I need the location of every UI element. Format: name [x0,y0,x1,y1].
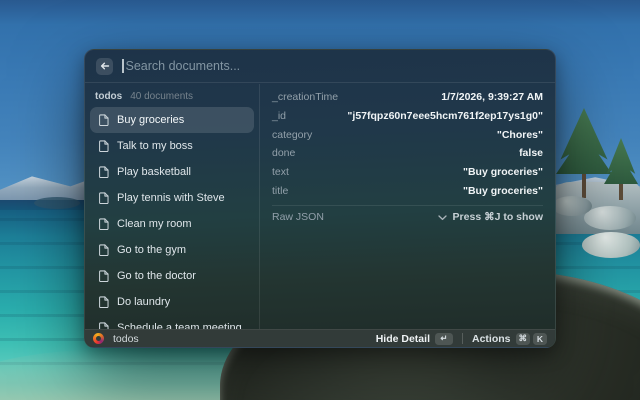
list-item-label: Play basketball [117,166,191,178]
list-item[interactable]: Play tennis with Steve [90,185,254,211]
list-item[interactable]: Play basketball [90,159,254,185]
field-label: category [272,128,313,141]
list-item-label: Do laundry [117,296,171,308]
list-header: todos 40 documents [90,87,254,107]
hide-detail-label: Hide Detail [375,332,430,345]
list-item-label: Schedule a team meeting [117,322,242,329]
document-icon [98,322,109,329]
list-item[interactable]: Talk to my boss [90,133,254,159]
arrow-left-icon [100,61,110,71]
metadata-row: text "Buy groceries" [272,163,543,182]
metadata-row: category "Chores" [272,125,543,144]
document-list: Buy groceries Talk to my boss Play baske… [90,107,254,329]
list-item-label: Go to the gym [117,244,187,256]
footer-bar: todos Hide Detail ↵ Actions ⌘ K [85,329,555,347]
field-label: _id [272,110,287,123]
metadata-row: _creationTime 1/7/2026, 9:39:27 AM [272,88,543,107]
list-item-label: Buy groceries [117,114,185,126]
search-input[interactable] [125,59,544,73]
field-label: _creationTime [272,91,339,104]
document-icon [98,218,109,231]
footer-context-label: todos [113,332,139,345]
text-cursor [122,59,124,73]
field-value: "j57fqpz60n7eee5hcm761f2ep17ys1g0" [347,110,543,123]
k-key-badge: K [533,332,547,345]
metadata-row: title "Buy groceries" [272,181,543,200]
document-icon [98,296,109,309]
table-name: todos [95,91,123,102]
list-item-label: Go to the doctor [117,270,196,282]
field-label: done [272,147,296,160]
actions-button[interactable]: Actions ⌘ K [471,332,547,345]
field-value: "Buy groceries" [463,184,543,197]
list-item[interactable]: Schedule a team meeting [90,315,254,329]
document-icon [98,192,109,205]
wallpaper-distant-rock [34,197,80,209]
document-count: 40 documents [130,91,194,102]
field-value: "Buy groceries" [463,166,543,179]
raw-json-label: Raw JSON [272,211,324,224]
document-icon [98,114,109,127]
document-icon [98,140,109,153]
return-key-badge: ↵ [434,332,453,345]
convex-logo [93,333,104,344]
document-icon [98,270,109,283]
actions-key-badges: ⌘ K [515,332,547,345]
metadata-fields: _creationTime 1/7/2026, 9:39:27 AM _id "… [272,88,543,200]
desktop: todos 40 documents Buy groceries Talk to… [0,0,640,400]
list-item-label: Clean my room [117,218,192,230]
field-value: 1/7/2026, 9:39:27 AM [441,91,543,104]
window-content: todos 40 documents Buy groceries Talk to… [85,84,555,329]
hide-detail-button[interactable]: Hide Detail ↵ [375,332,453,345]
chevron-down-icon [437,208,447,226]
wallpaper-boulder [584,206,636,230]
field-value: "Chores" [496,128,543,141]
wallpaper-white-boulder [582,232,640,258]
wallpaper-boulder [552,196,592,216]
list-item[interactable]: Go to the doctor [90,263,254,289]
list-item-label: Talk to my boss [117,140,193,152]
field-label: title [272,184,289,197]
raw-json-toggle[interactable]: Press ⌘J to show [437,208,543,226]
command-key-badge: ⌘ [515,332,530,345]
metadata-row: done false [272,144,543,163]
wallpaper-pine-tree-small [604,138,638,200]
field-label: text [272,166,289,179]
search-window: todos 40 documents Buy groceries Talk to… [84,49,556,348]
document-icon [98,166,109,179]
search-bar [85,50,555,83]
list-item-label: Play tennis with Steve [117,192,225,204]
raw-json-hint: Press ⌘J to show [452,211,543,224]
detail-panel: _creationTime 1/7/2026, 9:39:27 AM _id "… [260,84,555,329]
list-item[interactable]: Do laundry [90,289,254,315]
document-icon [98,244,109,257]
list-item[interactable]: Go to the gym [90,237,254,263]
metadata-row: _id "j57fqpz60n7eee5hcm761f2ep17ys1g0" [272,107,543,126]
back-button[interactable] [96,57,113,75]
footer-divider [461,333,463,344]
list-item[interactable]: Clean my room [90,211,254,237]
raw-json-row: Raw JSON Press ⌘J to show [272,205,543,228]
document-list-panel[interactable]: todos 40 documents Buy groceries Talk to… [85,84,260,329]
actions-label: Actions [471,332,511,345]
list-item[interactable]: Buy groceries [90,107,254,133]
field-value: false [519,147,543,160]
